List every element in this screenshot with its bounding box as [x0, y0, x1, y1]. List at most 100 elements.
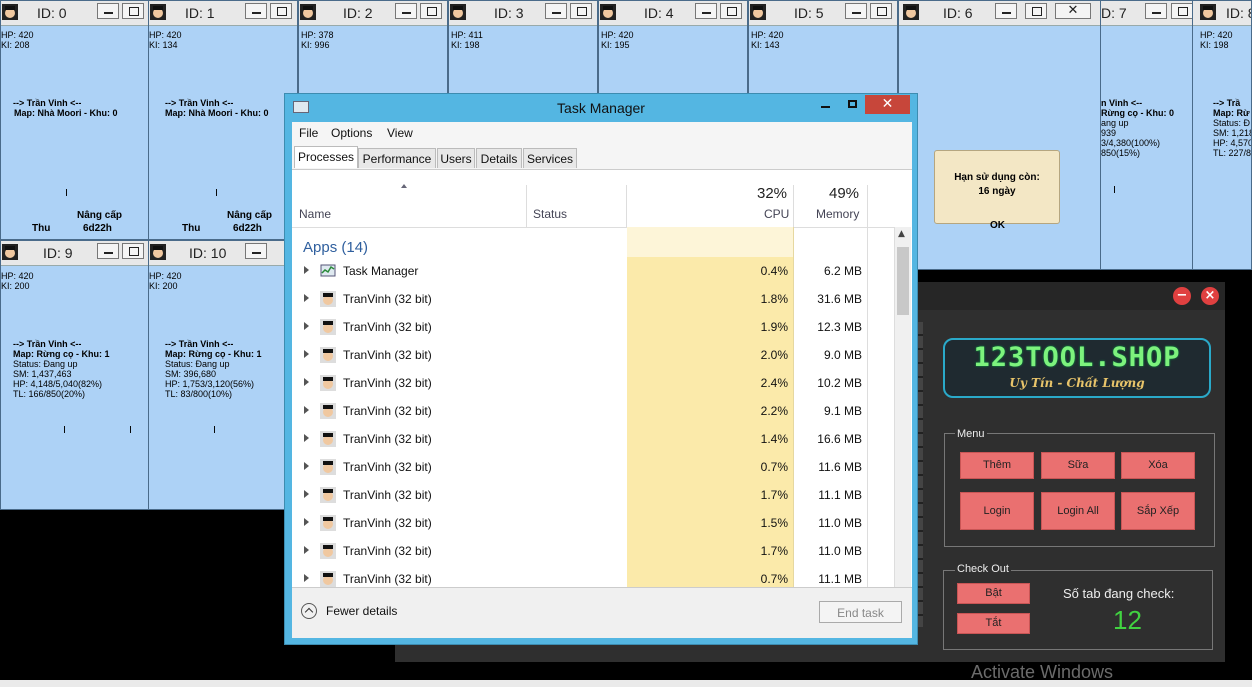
menu-view[interactable]: View: [387, 126, 413, 140]
on-button[interactable]: Bật: [957, 583, 1030, 604]
game-window[interactable]: ID: 2 HP: 378 KI: 996: [298, 0, 448, 95]
tab-performance[interactable]: Performance: [358, 148, 436, 168]
game-window-titlebar[interactable]: ID: 6 ✕: [899, 1, 1101, 26]
process-row[interactable]: TranVinh (32 bit) 2.2% 9.1 MB: [292, 397, 867, 425]
maximize-button[interactable]: [570, 3, 592, 19]
minimize-button[interactable]: [97, 243, 119, 259]
minimize-button[interactable]: [995, 3, 1017, 19]
process-row[interactable]: TranVinh (32 bit) 2.4% 10.2 MB: [292, 369, 867, 397]
expand-arrow-icon[interactable]: [304, 266, 309, 274]
minimize-button[interactable]: [813, 96, 838, 115]
game-stats: HP: 378 KI: 996: [301, 30, 334, 50]
arrange-button[interactable]: Sắp Xếp: [1121, 492, 1195, 530]
process-row[interactable]: TranVinh (32 bit) 1.4% 16.6 MB: [292, 425, 867, 453]
expand-arrow-icon[interactable]: [304, 546, 309, 554]
expand-arrow-icon[interactable]: [304, 462, 309, 470]
maximize-button[interactable]: [270, 3, 292, 19]
scroll-thumb[interactable]: [897, 247, 909, 315]
game-window-titlebar[interactable]: ID: 8: [1193, 1, 1251, 26]
column-name[interactable]: Name: [299, 207, 331, 221]
maximize-button[interactable]: [122, 3, 144, 19]
column-status[interactable]: Status: [533, 207, 567, 221]
expand-arrow-icon[interactable]: [304, 322, 309, 330]
ok-button[interactable]: OK: [990, 220, 1005, 231]
minimize-button[interactable]: [1145, 3, 1167, 19]
game-window[interactable]: ID: 10 HP: 420 KI: 200 --> Trần Vinh <-- …: [148, 240, 298, 510]
game-window[interactable]: ID: 0 HP: 420 KI: 208 --> Trần Vinh <-- Ma…: [0, 0, 150, 240]
game-window[interactable]: ID: 3 HP: 411 KI: 198: [448, 0, 598, 95]
maximize-button[interactable]: [122, 243, 144, 259]
maximize-button[interactable]: [720, 3, 742, 19]
maximize-button[interactable]: [841, 96, 866, 115]
game-window[interactable]: ID: 4 HP: 420 KI: 195: [598, 0, 748, 95]
minimize-button[interactable]: [695, 3, 717, 19]
expand-arrow-icon[interactable]: [304, 490, 309, 498]
close-button[interactable]: ✕: [1055, 3, 1091, 19]
game-window-titlebar[interactable]: ID: 10: [149, 241, 297, 266]
minimize-button[interactable]: [395, 3, 417, 19]
column-memory[interactable]: Memory: [816, 207, 859, 221]
maximize-button[interactable]: [420, 3, 442, 19]
vertical-scrollbar[interactable]: ▲ ▼: [894, 227, 911, 603]
expand-arrow-icon[interactable]: [304, 294, 309, 302]
menu-options[interactable]: Options: [331, 126, 372, 140]
game-window-titlebar[interactable]: ID: 5: [749, 1, 897, 26]
minimize-button[interactable]: [545, 3, 567, 19]
apps-group-header[interactable]: Apps (14): [303, 239, 368, 256]
end-task-button[interactable]: End task: [819, 601, 902, 623]
process-row[interactable]: Task Manager 0.4% 6.2 MB: [292, 257, 867, 285]
game-window[interactable]: ID: 1 HP: 420 KI: 134 --> Trần Vinh <-- Ma…: [148, 0, 298, 240]
game-stats: HP: 420 KI: 195: [601, 30, 634, 50]
menu-file[interactable]: File: [299, 126, 318, 140]
delete-button[interactable]: Xóa: [1121, 452, 1195, 479]
tab-processes[interactable]: Processes: [294, 146, 358, 168]
minimize-button[interactable]: [97, 3, 119, 19]
game-window-titlebar[interactable]: ID: 3: [449, 1, 597, 26]
minimize-button[interactable]: [845, 3, 867, 19]
expand-arrow-icon[interactable]: [304, 350, 309, 358]
add-button[interactable]: Thêm: [960, 452, 1034, 479]
process-row[interactable]: TranVinh (32 bit) 1.5% 11.0 MB: [292, 509, 867, 537]
minimize-button[interactable]: [245, 3, 267, 19]
minimize-button[interactable]: [245, 243, 267, 259]
expand-arrow-icon[interactable]: [304, 378, 309, 386]
login-button[interactable]: Login: [960, 492, 1034, 530]
process-row[interactable]: TranVinh (32 bit) 2.0% 9.0 MB: [292, 341, 867, 369]
process-row[interactable]: TranVinh (32 bit) 1.8% 31.6 MB: [292, 285, 867, 313]
process-row[interactable]: TranVinh (32 bit) 1.7% 11.0 MB: [292, 537, 867, 565]
game-window-titlebar[interactable]: ID: 1: [149, 1, 297, 26]
game-window-titlebar[interactable]: ID: 9: [1, 241, 149, 266]
maximize-button[interactable]: [1025, 3, 1047, 19]
column-cpu[interactable]: CPU: [764, 207, 789, 221]
edit-button[interactable]: Sữa: [1041, 452, 1115, 479]
maximize-button[interactable]: [1171, 3, 1193, 19]
tab-users[interactable]: Users: [437, 148, 475, 168]
tab-details[interactable]: Details: [476, 148, 522, 168]
game-window-titlebar[interactable]: ID: 0: [1, 1, 149, 26]
minimize-icon[interactable]: −: [1173, 287, 1191, 305]
game-window-titlebar[interactable]: ID: 4: [599, 1, 747, 26]
fewer-details-link[interactable]: Fewer details: [326, 604, 397, 618]
login-all-button[interactable]: Login All: [1041, 492, 1115, 530]
sort-arrow-icon[interactable]: [401, 184, 407, 188]
collapse-icon[interactable]: [301, 603, 317, 619]
process-row[interactable]: TranVinh (32 bit) 1.9% 12.3 MB: [292, 313, 867, 341]
scroll-up-icon[interactable]: ▲: [898, 229, 905, 239]
game-window[interactable]: ID: 8 HP: 420KI: 198 --> Trầ Map: Rừ Sta…: [1192, 0, 1252, 270]
close-button[interactable]: ✕: [865, 95, 910, 114]
game-window-titlebar[interactable]: D: 7: [1101, 1, 1193, 26]
game-window[interactable]: D: 7 n Vinh <-- Rừng cọ - Khu: 0 ang up …: [1100, 0, 1194, 270]
game-window[interactable]: ID: 5 HP: 420 KI: 143: [748, 0, 898, 95]
process-row[interactable]: TranVinh (32 bit) 1.7% 11.1 MB: [292, 481, 867, 509]
close-icon[interactable]: ×: [1201, 287, 1219, 305]
expand-arrow-icon[interactable]: [304, 406, 309, 414]
tab-services[interactable]: Services: [523, 148, 577, 168]
maximize-button[interactable]: [870, 3, 892, 19]
expand-arrow-icon[interactable]: [304, 518, 309, 526]
expand-arrow-icon[interactable]: [304, 434, 309, 442]
expand-arrow-icon[interactable]: [304, 574, 309, 582]
off-button[interactable]: Tắt: [957, 613, 1030, 634]
game-window[interactable]: ID: 9 HP: 420 KI: 200 --> Trần Vinh <-- M…: [0, 240, 150, 510]
process-row[interactable]: TranVinh (32 bit) 0.7% 11.6 MB: [292, 453, 867, 481]
game-window-titlebar[interactable]: ID: 2: [299, 1, 447, 26]
